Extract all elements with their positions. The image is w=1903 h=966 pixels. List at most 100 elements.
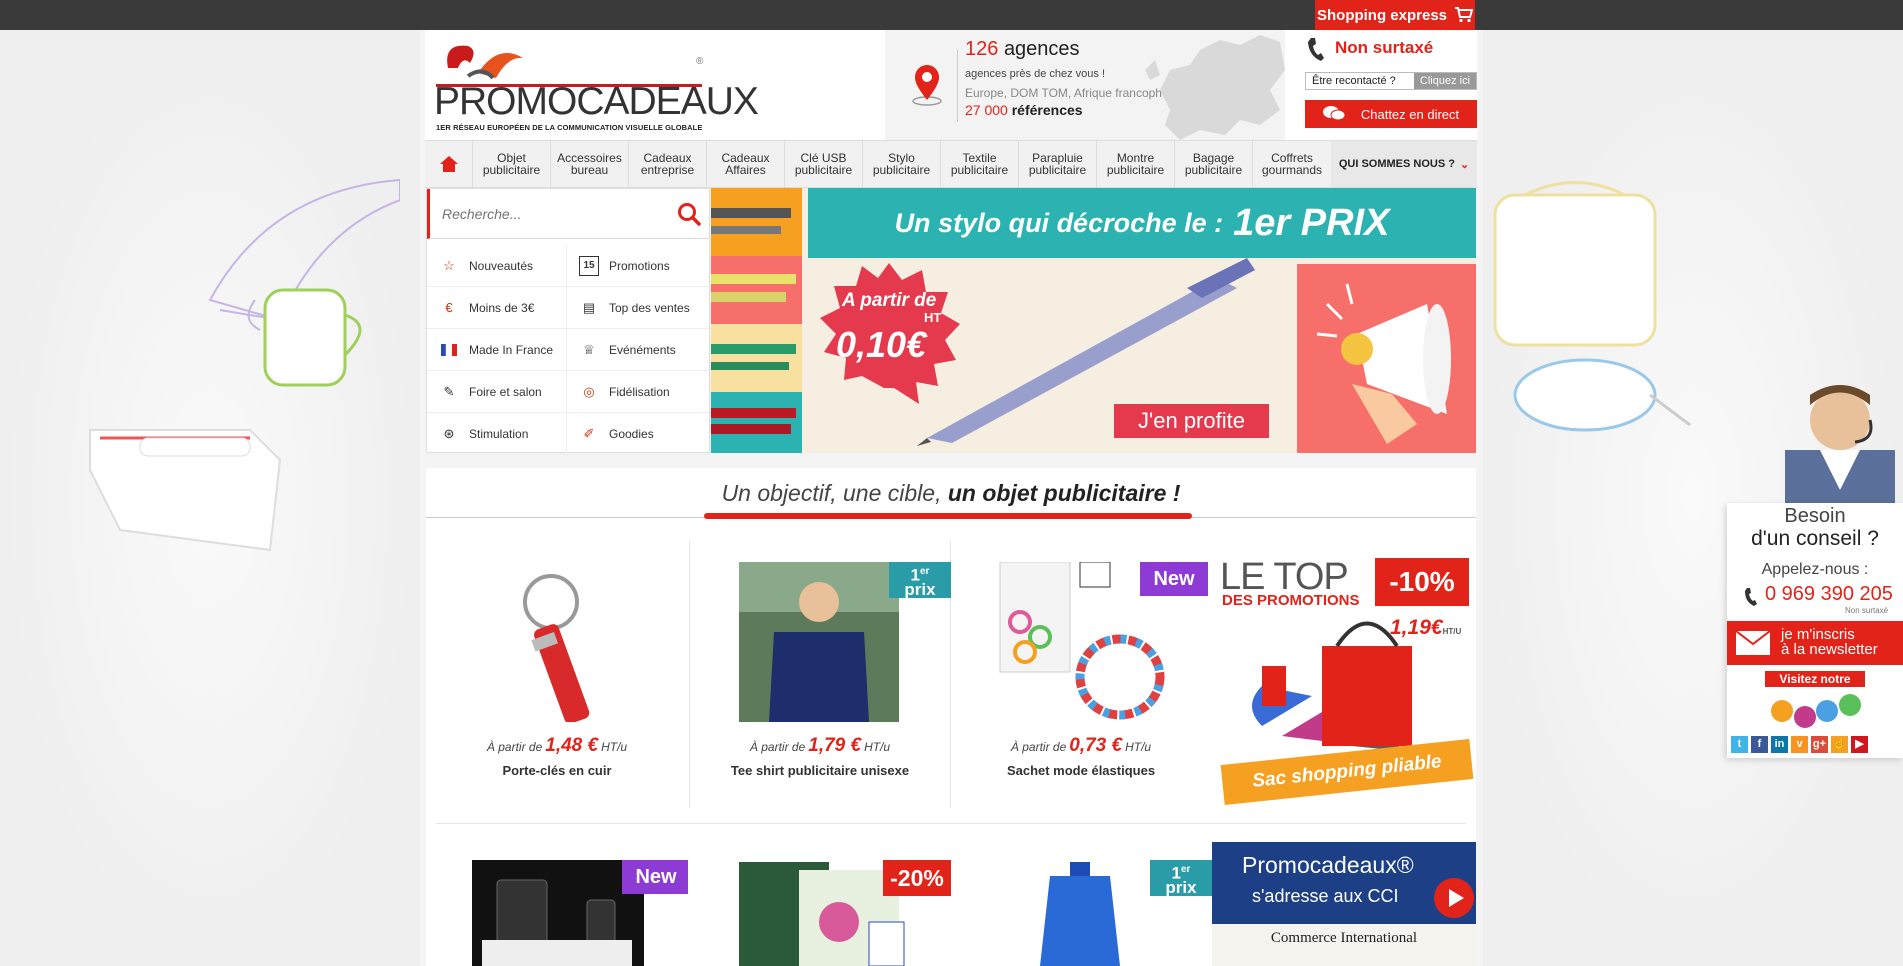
euro-icon: € [445,300,453,315]
product-card-tee-shirt[interactable]: 1er prix À partir de 1,79 € HT/u Tee shirt … [689,540,951,808]
menu-item-top-des-ventes[interactable]: ▤ Top des ventes [567,287,709,329]
product-card-porte-cles[interactable]: À partir de 1,48 € HT/u Porte-clés en cuir [426,540,688,808]
product-price: À partir de 0,73 € HT/u [1010,735,1152,756]
nav-item-objet-publicitaire[interactable]: Objet publicitaire [473,141,551,187]
section-title-underline [704,513,1192,519]
cci-title: Promocadeaux® [1242,852,1414,878]
newsletter-button[interactable]: je m'inscris à la newsletter [1727,621,1903,665]
product-image-keychain [523,574,590,722]
calendar-15-icon: 15 [579,255,599,276]
menu-item-made-in-france[interactable]: Made In France [427,329,567,371]
menu-item-promotions[interactable]: 15 Promotions [567,245,709,287]
promo-banner[interactable]: Un stylo qui décroche le : 1er PRIX A pa… [802,188,1476,453]
top-bar [0,0,1903,30]
product-card-sachet-elastiques[interactable]: New À partir de 0,73 € HT/u Sachet mode él… [950,540,1212,808]
nav-item-accessoires-bureau[interactable]: Accessoires bureau [551,141,629,187]
nav-item-cle-usb[interactable]: Clé USB publicitaire [785,141,863,187]
viadeo-icon[interactable]: v [1791,736,1808,753]
play-icon[interactable] [1434,878,1474,918]
logo-registered-mark: ® [696,56,704,67]
menu-label: Stimulation [469,426,529,441]
chat-button[interactable]: Chattez en direct [1305,100,1477,128]
agencies-block[interactable]: 126 agences agences près de chez vous ! … [885,30,1285,140]
nav-item-bagage[interactable]: Bagage publicitaire [1175,141,1253,187]
megaphone-icon [1316,283,1451,444]
menu-label: Fidélisation [609,384,670,399]
menu-label: Moins de 3€ [469,300,535,315]
non-surtaxe-label: Non surtaxé [1335,38,1434,57]
cci-subtitle: s'adresse aux CCI [1252,886,1399,906]
banner-thumb-3[interactable] [711,324,802,392]
linkedin-icon[interactable]: in [1771,736,1788,753]
social-links: t f in v g+ ☝ ▶ [1731,736,1868,753]
cci-video-box[interactable]: Promocadeaux® s'adresse aux CCI Commerce… [1212,842,1476,966]
agencies-count: 126 agences [965,38,1080,60]
menu-item-fidelisation[interactable]: ◎ Fidélisation [567,371,709,413]
menu-item-stimulation[interactable]: ⊛ Stimulation [427,413,567,455]
promo-box-discount: -10% [1375,558,1469,606]
menu-item-evenements[interactable]: ♕ Evénéments [567,329,709,371]
nav-who-label: QUI SOMMES NOUS ? [1338,158,1455,170]
twitter-icon[interactable]: t [1731,736,1748,753]
nav-item-cadeaux-entreprise[interactable]: Cadeaux entreprise [629,141,707,187]
phone-icon [1308,38,1324,61]
banner-thumb-4[interactable] [711,392,802,453]
shopping-express-button[interactable]: Shopping express [1315,0,1475,30]
banner-thumb-1[interactable] [711,188,802,256]
product-card-row2-2[interactable]: -20% [689,838,951,966]
nav-label: Clé USB publicitaire [794,151,853,177]
nav-item-cadeaux-affaires[interactable]: Cadeaux Affaires [707,141,785,187]
menu-item-foire-et-salon[interactable]: ✎ Foire et salon [427,371,567,413]
logo[interactable]: PROMOCADEAUX ® 1ER RÉSEAU EUROPÉEN DE LA… [430,38,759,133]
banner-headline: Un stylo qui décroche le : 1er PRIX [808,188,1476,258]
product-card-row2-3[interactable]: 1er prix [950,838,1212,966]
advice-phone-number[interactable]: 0 969 390 205 [1765,583,1893,606]
menu-item-goodies[interactable]: ✐ Goodies [567,413,709,455]
top-promotions-box[interactable]: LE TOP DES PROMOTIONS -10% 1,19€HT/U Sac… [1212,556,1474,805]
divider [436,823,1466,824]
banner-price: 0,10€ [836,324,927,365]
nav-label: Montre publicitaire [1106,151,1165,177]
recontact-form[interactable]: Être recontacté ? Cliquez ici [1305,72,1477,90]
nav-item-textile[interactable]: Textile publicitaire [941,141,1019,187]
trophy-icon: ♕ [583,341,595,357]
product-image-water-pouch [1040,862,1120,966]
search-icon[interactable] [676,201,702,227]
facebook-icon[interactable]: f [1751,736,1768,753]
nav-item-parapluie[interactable]: Parapluie publicitaire [1019,141,1097,187]
logo-tagline: 1ER RÉSEAU EUROPÉEN DE LA COMMUNICATION … [436,123,703,132]
main-nav: Objet publicitaire Accessoires bureau Cade… [425,140,1477,188]
badge-1er-prix: 1er prix [889,562,951,598]
banner-headline-prize: 1er PRIX [1233,201,1390,244]
product-card-row2-1[interactable]: New [426,838,688,966]
nav-item-stylo[interactable]: Stylo publicitaire [863,141,941,187]
blog-link[interactable]: Visitez notre [1737,671,1893,735]
banner-cta-button[interactable]: J'en profite [1114,404,1269,438]
banner-headline-text: Un stylo qui décroche le : [894,207,1224,238]
logo-name: PROMOCADEAUX [434,80,759,123]
advice-box: Besoin d'un conseil ? Appelez-nous : 0 9… [1727,503,1903,758]
recontact-label: Être recontacté ? [1306,73,1414,89]
menu-item-nouveautes[interactable]: ☆ Nouveautés [427,245,567,287]
nav-label: Coffrets gourmands [1261,151,1323,177]
product-image-shopping-bag [1252,621,1412,751]
menu-item-moins-de-3[interactable]: € Moins de 3€ [427,287,567,329]
recontact-button[interactable]: Cliquez ici [1414,73,1476,89]
agencies-subtitle: agences près de chez vous ! [965,68,1106,80]
youtube-icon[interactable]: ▶ [1851,736,1868,753]
banner-megaphone-panel [1297,264,1476,453]
search-input[interactable] [442,201,662,227]
thumbsup-icon[interactable]: ☝ [1831,736,1848,753]
advisor-avatar [1785,385,1895,503]
nav-item-montre[interactable]: Montre publicitaire [1097,141,1175,187]
nav-item-coffrets-gourmands[interactable]: Coffrets gourmands [1253,141,1331,187]
banner-thumb-2[interactable] [711,256,802,324]
chevron-down-icon: ⌄ [1459,158,1470,171]
nav-home[interactable] [425,141,473,187]
goodies-icon: ✐ [583,425,595,441]
home-icon [439,156,458,172]
googleplus-icon[interactable]: g+ [1811,736,1828,753]
nav-qui-sommes-nous[interactable]: QUI SOMMES NOUS ? ⌄ [1331,141,1477,187]
menu-label: Goodies [609,426,654,441]
product-price: À partir de 1,79 € HT/u [749,735,891,756]
